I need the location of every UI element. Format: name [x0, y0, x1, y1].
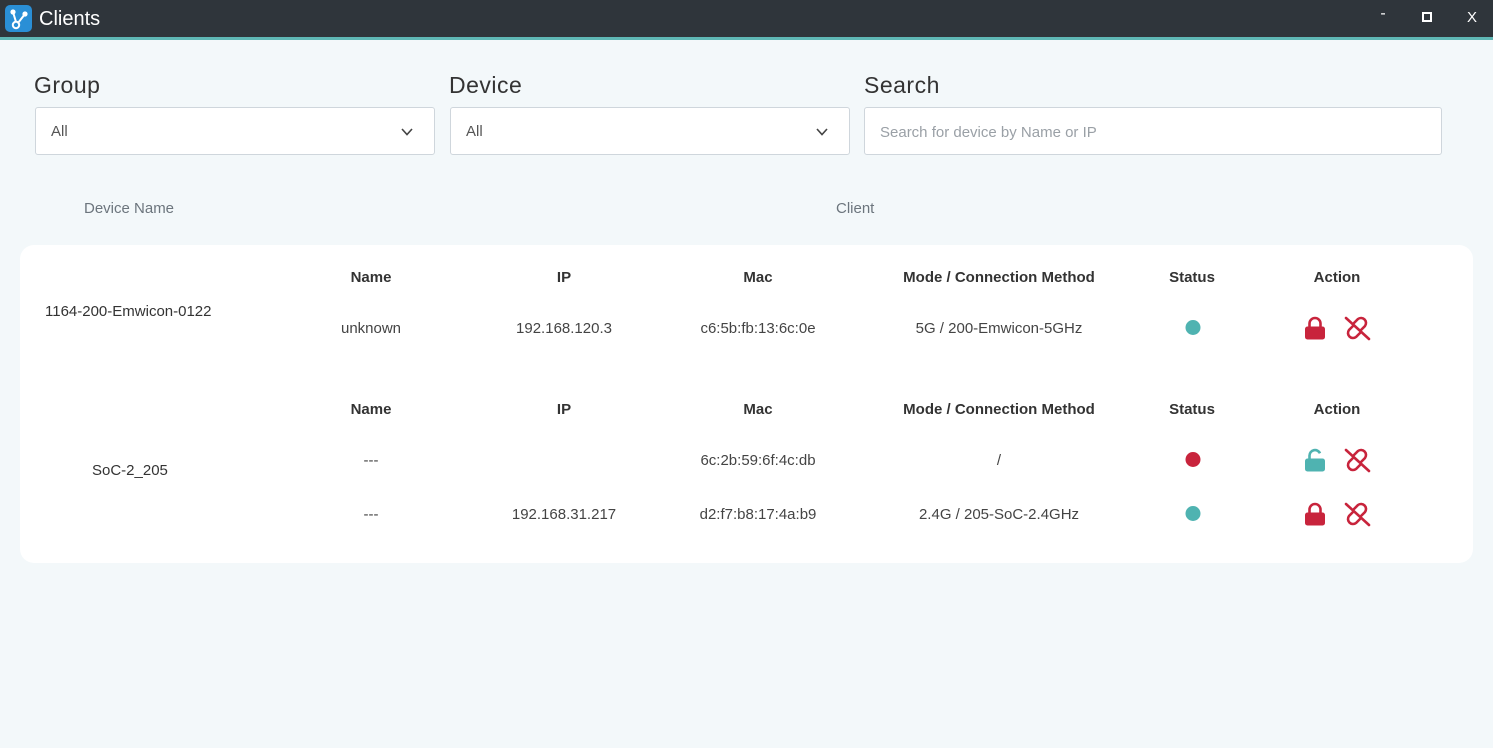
minimize-button[interactable]: -: [1371, 5, 1395, 25]
lock-button[interactable]: [1302, 315, 1328, 341]
header-ip: IP: [556, 401, 572, 418]
client-name: ---: [363, 506, 379, 523]
disconnect-button[interactable]: [1342, 501, 1371, 527]
header-name: Name: [350, 269, 392, 286]
device-name: 1164-200-Emwicon-0122: [45, 303, 212, 320]
client-name: ---: [363, 452, 379, 469]
client-mode: 2.4G / 205-SoC-2.4GHz: [918, 506, 1080, 523]
group-select-value: All: [51, 123, 68, 140]
maximize-icon: [1422, 12, 1432, 22]
unlock-button[interactable]: [1302, 447, 1328, 473]
device-label: Device: [449, 72, 523, 98]
locked-lock-icon: [1305, 316, 1325, 340]
client-ip: 192.168.31.217: [511, 506, 617, 523]
device-select[interactable]: All: [450, 107, 850, 155]
disconnect-button[interactable]: [1342, 447, 1371, 473]
search-label: Search: [864, 72, 940, 98]
chevron-down-icon: [401, 128, 413, 136]
disconnect-button[interactable]: [1342, 315, 1371, 341]
device-name-column-header: Device Name: [84, 200, 175, 217]
client-mode: 5G / 200-Emwicon-5GHz: [915, 320, 1083, 337]
header-status: Status: [1169, 269, 1215, 286]
status-offline-indicator: [1185, 452, 1201, 467]
header-mode: Mode / Connection Method: [903, 269, 1095, 286]
header-status: Status: [1169, 401, 1215, 418]
clients-card: 1164-200-Emwicon-0122 Name IP Mac Mode /…: [20, 245, 1473, 563]
status-online-indicator: [1185, 320, 1201, 335]
client-ip: 192.168.120.3: [516, 320, 612, 337]
client-column-header: Client: [836, 200, 875, 217]
chevron-down-icon: [816, 128, 828, 136]
client-name: unknown: [340, 320, 402, 337]
client-mac: c6:5b:fb:13:6c:0e: [700, 320, 816, 337]
unlocked-lock-icon: [1305, 448, 1325, 472]
app-logo-icon: [5, 5, 32, 32]
client-mac: 6c:2b:59:6f:4c:db: [700, 452, 816, 469]
client-mac: d2:f7:b8:17:4a:b9: [699, 506, 817, 523]
header-action: Action: [1313, 401, 1361, 418]
unlink-icon: [1344, 448, 1371, 473]
device-name: SoC-2_205: [92, 462, 168, 479]
maximize-button[interactable]: [1415, 8, 1439, 28]
header-name: Name: [350, 401, 392, 418]
unlink-icon: [1344, 316, 1371, 341]
group-label: Group: [34, 72, 101, 98]
header-mode: Mode / Connection Method: [903, 401, 1095, 418]
status-online-indicator: [1185, 506, 1201, 521]
device-select-value: All: [466, 123, 483, 140]
lock-button[interactable]: [1302, 501, 1328, 527]
window-title: Clients: [39, 8, 101, 30]
search-input[interactable]: [880, 120, 1420, 144]
client-mode: /: [996, 452, 1002, 469]
group-select[interactable]: All: [35, 107, 435, 155]
unlink-icon: [1344, 502, 1371, 527]
header-action: Action: [1313, 269, 1361, 286]
close-button[interactable]: X: [1460, 9, 1484, 29]
header-mac: Mac: [743, 401, 773, 418]
title-bar: Clients - X: [0, 0, 1493, 40]
header-ip: IP: [556, 269, 572, 286]
locked-lock-icon: [1305, 502, 1325, 526]
search-field[interactable]: [864, 107, 1442, 155]
header-mac: Mac: [743, 269, 773, 286]
